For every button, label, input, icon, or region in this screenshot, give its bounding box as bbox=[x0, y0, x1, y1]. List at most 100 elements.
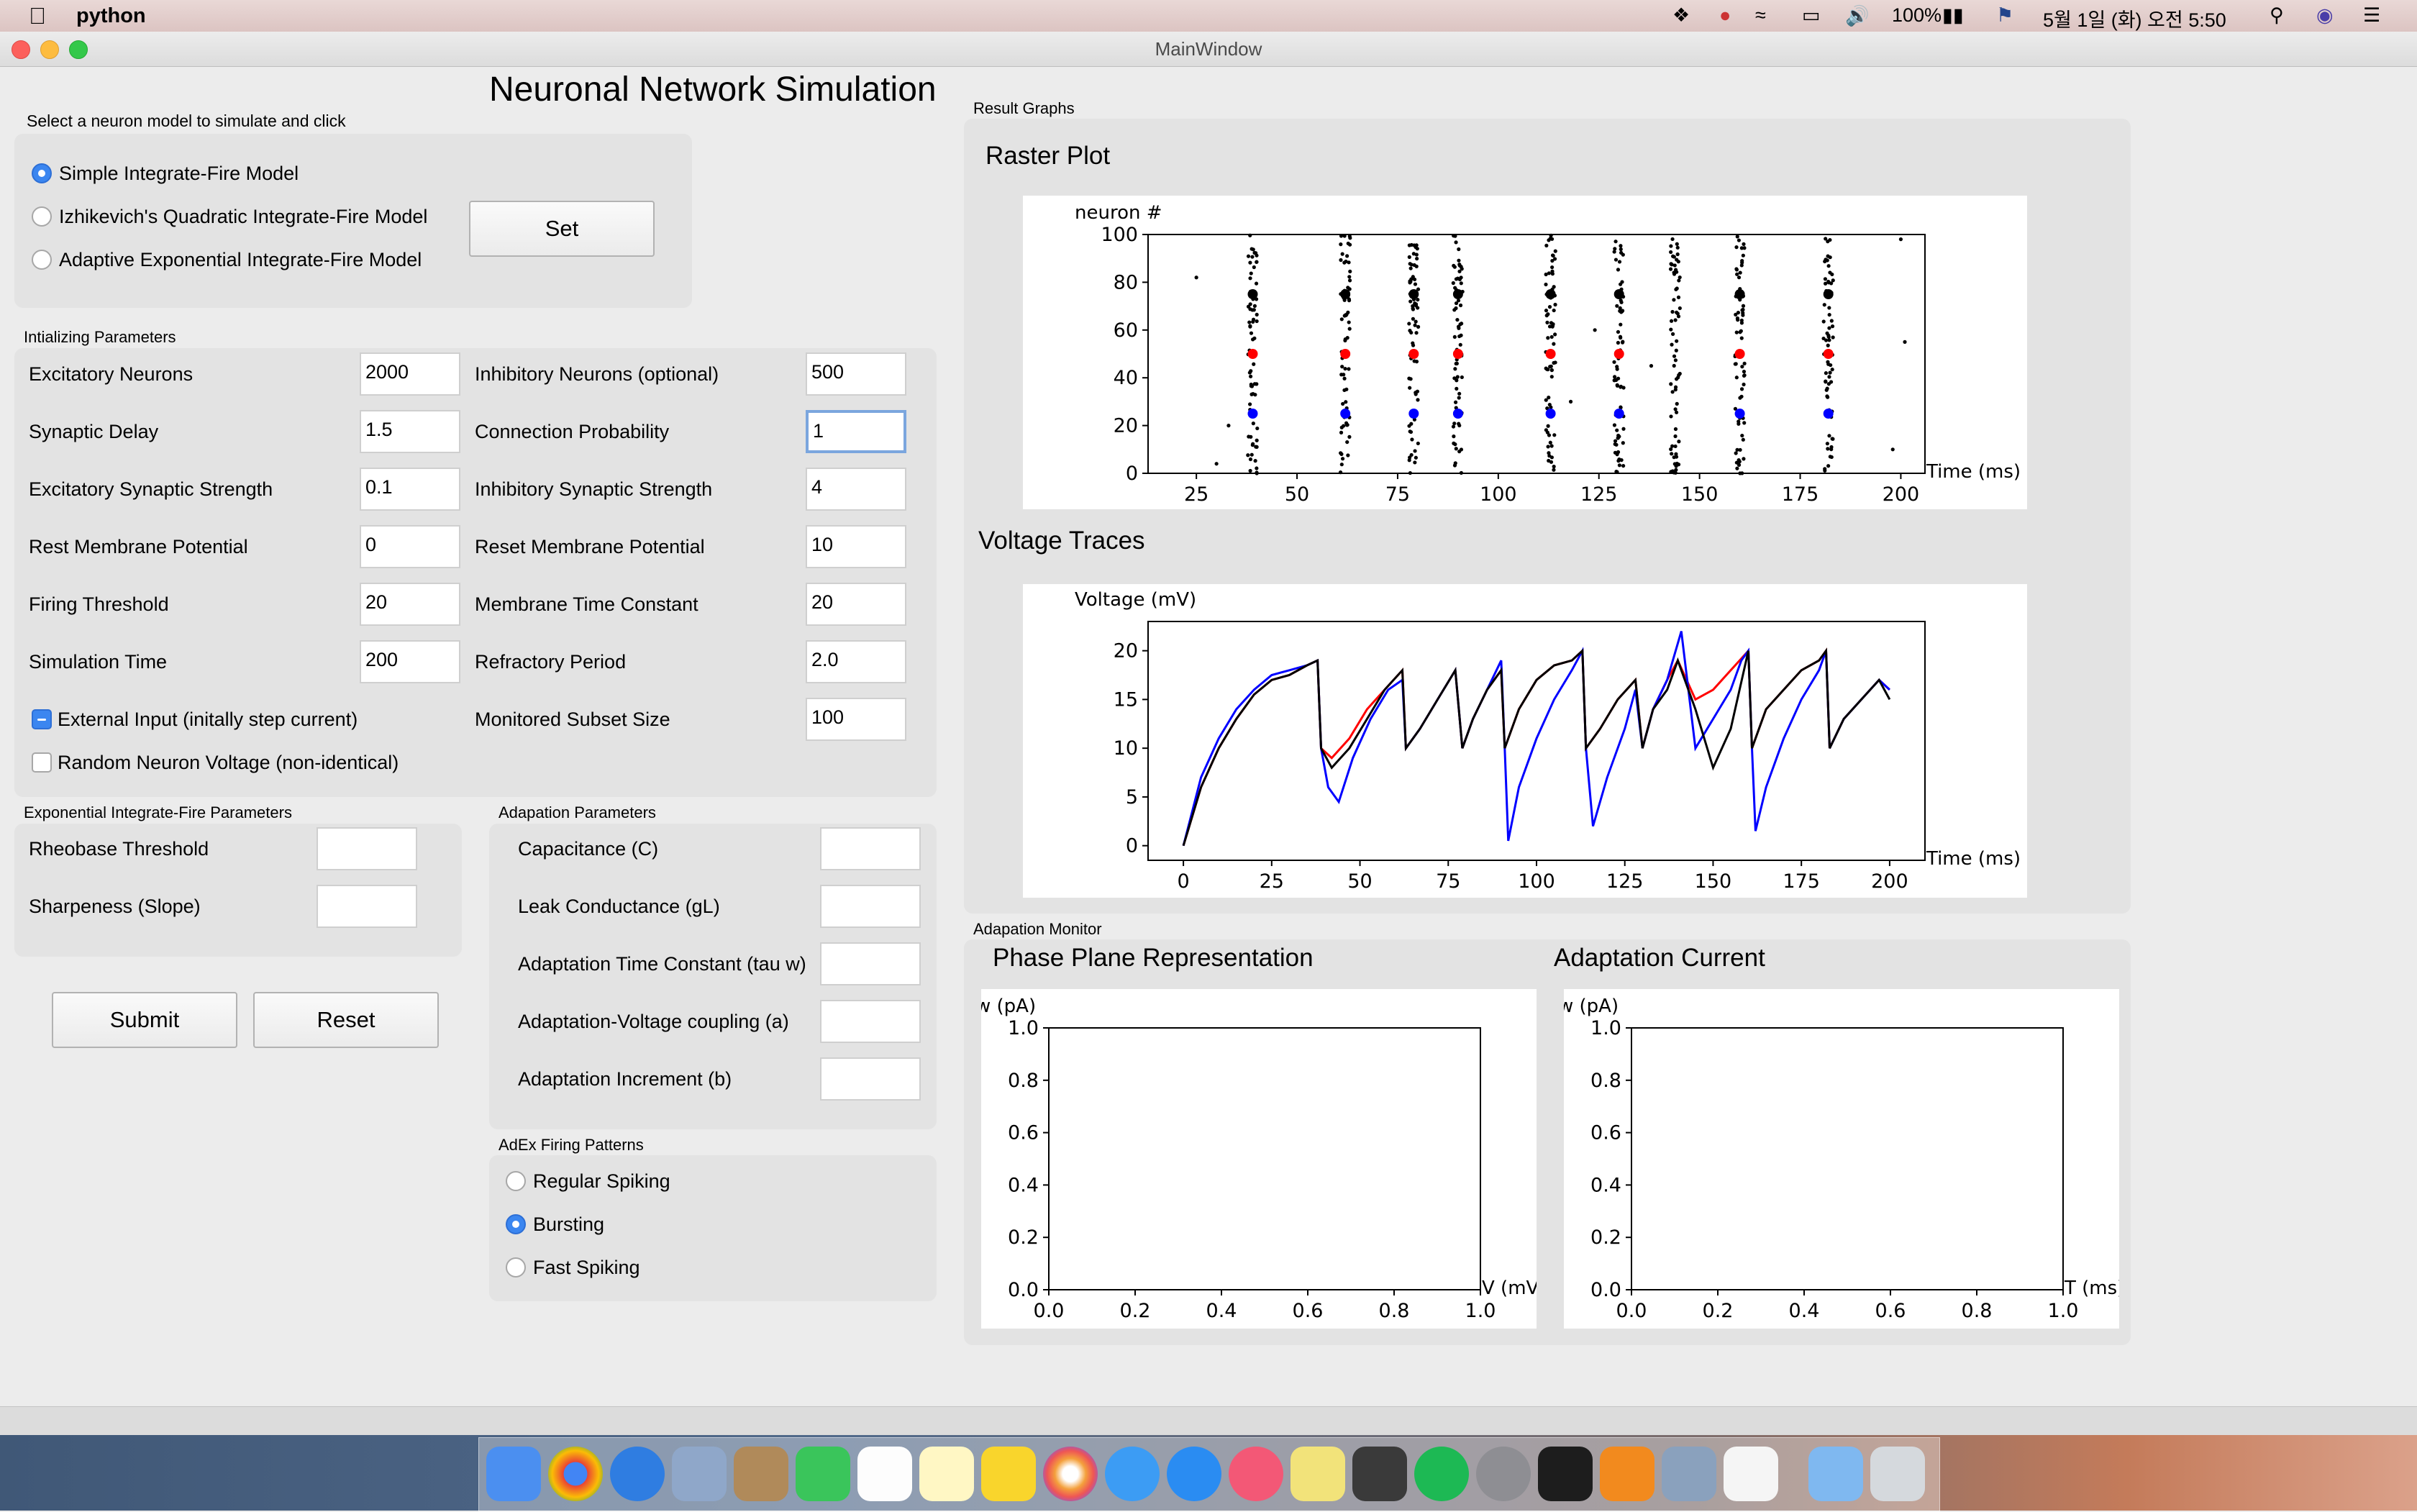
simulation-time-label: Simulation Time bbox=[29, 651, 168, 673]
external-input-label[interactable]: External Input (initally step current) bbox=[58, 709, 358, 731]
messages-icon[interactable] bbox=[1105, 1447, 1160, 1501]
spike-dot bbox=[1739, 263, 1744, 268]
spike-dot bbox=[1345, 440, 1349, 445]
volume-icon[interactable]: 🔊 bbox=[1845, 4, 1870, 27]
siri-icon[interactable]: ◉ bbox=[2316, 4, 2334, 27]
spike-dot bbox=[1546, 424, 1550, 428]
spike-dot bbox=[1453, 286, 1457, 290]
random-voltage-label[interactable]: Random Neuron Voltage (non-identical) bbox=[58, 752, 399, 774]
model-label-adex[interactable]: Adaptive Exponential Integrate-Fire Mode… bbox=[59, 249, 422, 271]
spike-dot bbox=[1670, 237, 1675, 242]
init-params-title: Intializing Parameters bbox=[24, 328, 176, 346]
spike-dot bbox=[1411, 252, 1416, 256]
finder-icon[interactable] bbox=[486, 1447, 541, 1501]
trash-icon[interactable] bbox=[1870, 1447, 1925, 1501]
itunes-icon[interactable] bbox=[1229, 1447, 1283, 1501]
coupling-a-input[interactable] bbox=[820, 1000, 921, 1043]
clock[interactable]: 5월 1일 (화) 오전 5:50 bbox=[2043, 4, 2226, 32]
blocker-icon[interactable]: ● bbox=[1719, 4, 1731, 27]
system-preferences-icon[interactable] bbox=[1476, 1447, 1531, 1501]
membrane-tc-input[interactable]: 20 bbox=[806, 583, 906, 626]
model-label-izhikevich[interactable]: Izhikevich's Quadratic Integrate-Fire Mo… bbox=[59, 206, 427, 228]
spike-dot bbox=[1342, 234, 1347, 238]
pattern-radio-bursting[interactable] bbox=[506, 1214, 526, 1234]
spike-dot bbox=[1669, 382, 1673, 386]
firing-threshold-input[interactable]: 20 bbox=[360, 583, 460, 626]
document-icon[interactable] bbox=[1724, 1447, 1778, 1501]
rest-potential-input[interactable]: 0 bbox=[360, 525, 460, 568]
spotify-icon[interactable] bbox=[1414, 1447, 1469, 1501]
random-voltage-checkbox[interactable] bbox=[32, 752, 52, 773]
model-radio-izhikevich[interactable] bbox=[32, 206, 52, 227]
spike-dot bbox=[1250, 247, 1254, 251]
battery-icon[interactable]: ▮▮ bbox=[1942, 4, 1964, 27]
spike-dot bbox=[1552, 433, 1557, 437]
pattern-label-regular[interactable]: Regular Spiking bbox=[533, 1170, 670, 1193]
input-source-flag-icon[interactable]: ⚑ bbox=[1996, 4, 2013, 27]
excitatory-neurons-input[interactable]: 2000 bbox=[360, 352, 460, 396]
spike-dot bbox=[1831, 437, 1835, 441]
monitored-subset-input[interactable]: 100 bbox=[806, 698, 906, 741]
downloads-folder-icon[interactable] bbox=[1808, 1447, 1863, 1501]
model-radio-adex[interactable] bbox=[32, 250, 52, 270]
safari-icon[interactable] bbox=[610, 1447, 665, 1501]
photos-icon[interactable] bbox=[1043, 1447, 1098, 1501]
spike-dot bbox=[1670, 263, 1674, 267]
kakaotalk-icon[interactable] bbox=[981, 1447, 1036, 1501]
tau-w-input[interactable] bbox=[820, 942, 921, 985]
wifi-icon[interactable]: ≈ bbox=[1755, 4, 1766, 27]
app-menu-name[interactable]: python bbox=[76, 4, 146, 28]
sublime-text-icon[interactable] bbox=[1352, 1447, 1407, 1501]
inh-strength-input[interactable]: 4 bbox=[806, 468, 906, 511]
app-store-icon[interactable] bbox=[1167, 1447, 1221, 1501]
spike-dot bbox=[1452, 334, 1457, 340]
simulation-time-input[interactable]: 200 bbox=[360, 640, 460, 683]
model-radio-simple[interactable] bbox=[32, 163, 52, 183]
synaptic-delay-input[interactable]: 1.5 bbox=[360, 410, 460, 453]
sharpness-input[interactable] bbox=[317, 885, 417, 928]
apple-icon[interactable]:  bbox=[29, 3, 46, 29]
capacitance-input[interactable] bbox=[820, 827, 921, 870]
spotlight-search-icon[interactable]: ⚲ bbox=[2270, 4, 2284, 27]
notes-icon[interactable] bbox=[919, 1447, 974, 1501]
calendar-icon[interactable] bbox=[857, 1447, 912, 1501]
chrome-icon[interactable] bbox=[548, 1447, 603, 1501]
stickies-icon[interactable] bbox=[1291, 1447, 1345, 1501]
facetime-icon[interactable] bbox=[796, 1447, 850, 1501]
external-input-checkbox[interactable] bbox=[32, 709, 52, 729]
rheobase-input[interactable] bbox=[317, 827, 417, 870]
contacts-icon[interactable] bbox=[734, 1447, 788, 1501]
y-tick-label: 0.2 bbox=[1590, 1226, 1621, 1249]
exc-strength-input[interactable]: 0.1 bbox=[360, 468, 460, 511]
spike-dot bbox=[1345, 254, 1349, 258]
pattern-radio-fast[interactable] bbox=[506, 1257, 526, 1278]
y-tick-label: 5 bbox=[1126, 786, 1138, 809]
y-axis-label: w (pA) bbox=[981, 996, 1036, 1017]
set-model-button[interactable]: Set bbox=[469, 201, 655, 257]
airplay-icon[interactable]: ▭ bbox=[1802, 4, 1821, 27]
leak-conductance-input[interactable] bbox=[820, 885, 921, 928]
dropbox-icon[interactable]: ❖ bbox=[1672, 4, 1690, 27]
notification-center-icon[interactable]: ☰ bbox=[2363, 4, 2380, 27]
exc-strength-label: Excitatory Synaptic Strength bbox=[29, 478, 273, 500]
connection-probability-input[interactable]: 1 bbox=[806, 410, 906, 453]
vlc-icon[interactable] bbox=[1600, 1447, 1654, 1501]
preview-icon[interactable] bbox=[1662, 1447, 1716, 1501]
terminal-icon[interactable] bbox=[1538, 1447, 1593, 1501]
increment-b-input[interactable] bbox=[820, 1057, 921, 1101]
spike-dot bbox=[1250, 384, 1255, 388]
mail-icon[interactable] bbox=[672, 1447, 727, 1501]
reset-potential-input[interactable]: 10 bbox=[806, 525, 906, 568]
reset-button[interactable]: Reset bbox=[253, 992, 439, 1048]
pattern-radio-regular[interactable] bbox=[506, 1171, 526, 1191]
battery-percent[interactable]: 100% bbox=[1892, 4, 1942, 27]
inhibitory-neurons-input[interactable]: 500 bbox=[806, 352, 906, 396]
model-label-simple[interactable]: Simple Integrate-Fire Model bbox=[59, 163, 299, 185]
spike-dot bbox=[1619, 247, 1623, 252]
spike-dot bbox=[1255, 319, 1259, 324]
submit-button[interactable]: Submit bbox=[52, 992, 237, 1048]
refractory-period-input[interactable]: 2.0 bbox=[806, 640, 906, 683]
pattern-label-bursting[interactable]: Bursting bbox=[533, 1213, 604, 1236]
y-tick-label: 0.0 bbox=[1008, 1279, 1039, 1301]
pattern-label-fast[interactable]: Fast Spiking bbox=[533, 1257, 640, 1279]
